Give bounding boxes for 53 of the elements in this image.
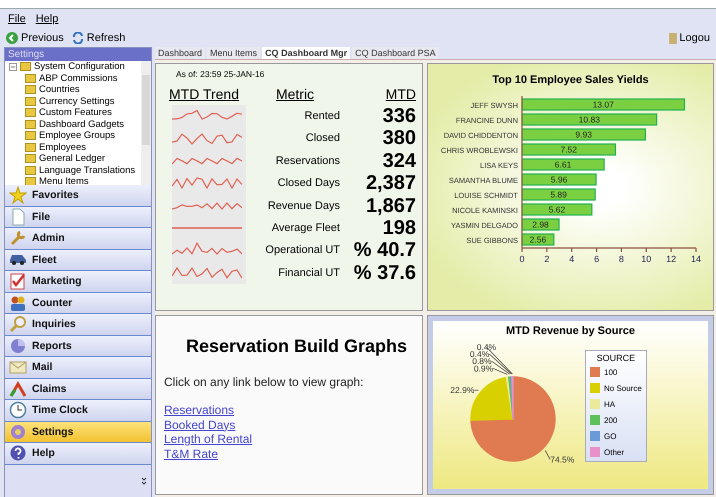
metric-name: Operational UT bbox=[264, 243, 340, 258]
metric-name: Rented bbox=[304, 109, 340, 124]
column-header: Metric bbox=[274, 85, 316, 104]
legend-label: GO bbox=[604, 432, 616, 440]
tick-label: 2 bbox=[544, 254, 550, 264]
metric-name: Closed bbox=[304, 131, 340, 146]
legend-title: SOURCE bbox=[596, 353, 636, 363]
metric-name: Reservations bbox=[274, 154, 340, 169]
data-label: 6.61 bbox=[554, 160, 572, 170]
tick-label: 4 bbox=[569, 254, 574, 264]
data-label: 5.62 bbox=[548, 204, 566, 214]
data-label: 5.96 bbox=[550, 174, 568, 184]
metric-value: 1,867 bbox=[364, 194, 416, 217]
legend-label: Other bbox=[604, 448, 624, 456]
metric-name: Financial UT bbox=[277, 266, 340, 281]
metric-value: 336 bbox=[382, 105, 416, 128]
legend-label: 100 bbox=[604, 368, 618, 376]
metric-value: % 37.6 bbox=[352, 262, 416, 284]
metric-value: 324 bbox=[382, 150, 416, 172]
metric-name: Average Fleet bbox=[270, 220, 340, 236]
tick-label: 10 bbox=[641, 254, 652, 264]
data-label: 2.56 bbox=[530, 234, 546, 244]
data-label: 13.07 bbox=[592, 100, 614, 110]
metric-value: % 40.7 bbox=[352, 239, 416, 262]
data-label: 0.4% bbox=[476, 342, 496, 352]
panel-title: Reservation Build Graphs bbox=[185, 336, 408, 357]
data-label: 2.98 bbox=[532, 220, 549, 230]
column-header: MTD Trend bbox=[168, 85, 240, 104]
data-label: 22.9% bbox=[450, 385, 474, 396]
tick-label: 0 bbox=[520, 254, 524, 264]
metric-value: 198 bbox=[382, 216, 416, 240]
metric-value: 2,387 bbox=[364, 172, 416, 195]
metric-value: 380 bbox=[382, 127, 416, 150]
metric-name: Revenue Days bbox=[266, 198, 340, 214]
data-label: 5.89 bbox=[550, 190, 567, 200]
tick-label: 12 bbox=[666, 254, 676, 264]
instruction-text: Click on any link below to view graph: bbox=[164, 375, 364, 389]
sidebar-title: Settings bbox=[5, 48, 151, 61]
chart-title: MTD Revenue by Source bbox=[506, 324, 635, 337]
legend-label: 200 bbox=[604, 416, 618, 424]
tick-label: 14 bbox=[691, 254, 701, 264]
column-header: MTD bbox=[384, 85, 416, 104]
tick-label: 8 bbox=[618, 254, 624, 264]
data-label: 74.5% bbox=[550, 454, 574, 464]
legend-label: No Source bbox=[604, 384, 642, 392]
metric-name: Closed Days bbox=[276, 176, 340, 192]
data-label: 10.83 bbox=[578, 114, 600, 124]
as-of-text: As of: 23:59 25-JAN-16 bbox=[175, 69, 264, 79]
tick-label: 6 bbox=[594, 254, 600, 264]
chart-title: Top 10 Employee Sales Yields bbox=[492, 73, 649, 86]
legend-label: HA bbox=[604, 400, 616, 408]
data-label: 7.52 bbox=[560, 144, 577, 154]
data-label: 9.93 bbox=[575, 130, 592, 140]
